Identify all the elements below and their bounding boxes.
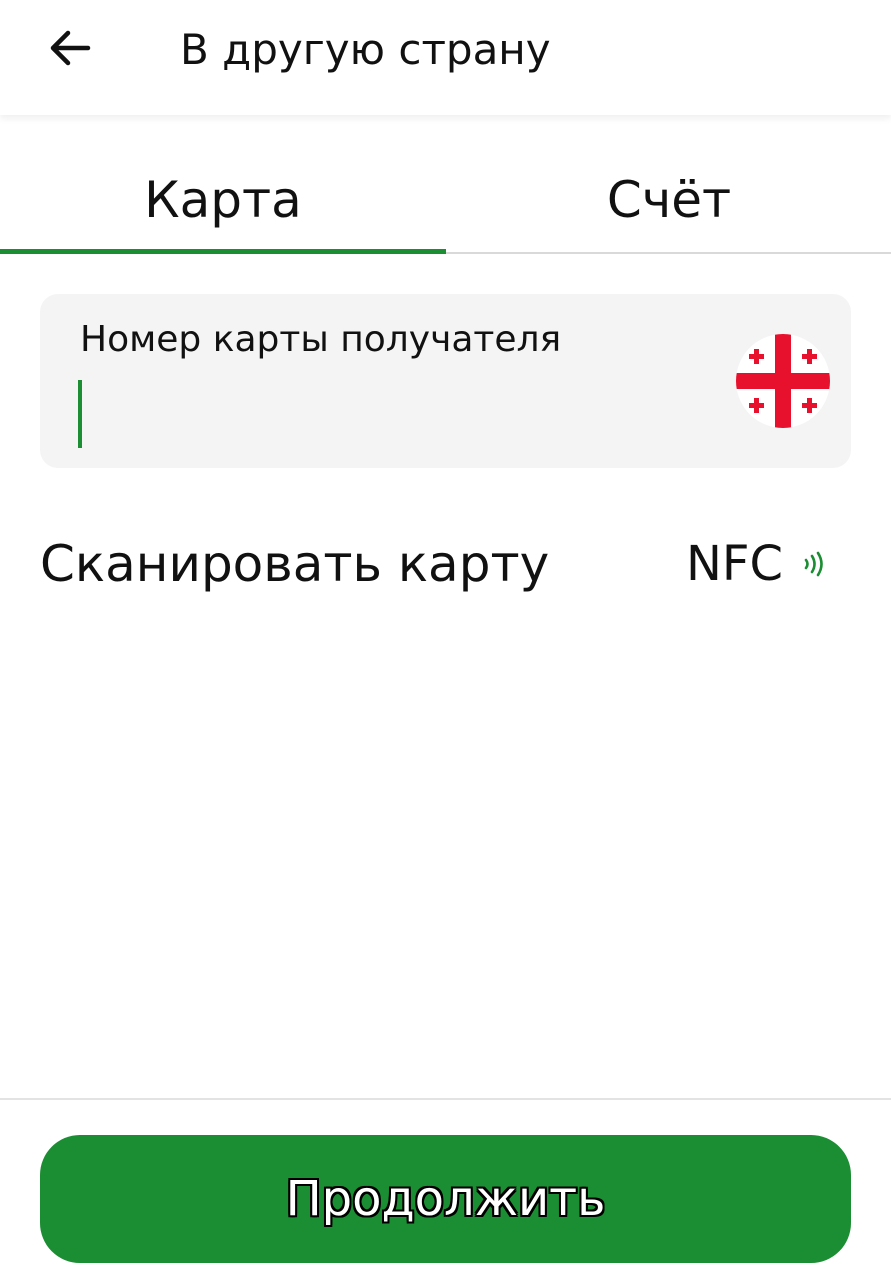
georgia-flag-icon <box>736 334 830 428</box>
nfc-waves-icon <box>804 551 823 577</box>
recipient-card-number-input[interactable] <box>80 378 720 450</box>
transfer-abroad-screen: В другую страну Карта Счёт Номер карты п… <box>0 0 891 1280</box>
georgia-flag-graphic <box>736 334 830 428</box>
page-title: В другую страну <box>180 25 551 74</box>
text-caret <box>78 380 82 448</box>
recipient-card-number-field[interactable]: Номер карты получателя <box>40 294 851 468</box>
tab-card-label: Карта <box>144 171 302 229</box>
tab-bar: Карта Счёт <box>0 148 891 254</box>
scan-options-row: Сканировать карту NFC <box>40 528 851 600</box>
back-button[interactable] <box>40 20 100 76</box>
nfc-label: NFC <box>686 536 784 592</box>
active-tab-indicator <box>0 249 446 254</box>
scan-card-button[interactable]: Сканировать карту <box>40 528 549 600</box>
recipient-card-number-label: Номер карты получателя <box>80 319 562 360</box>
continue-button-label: Продолжить <box>285 1171 606 1227</box>
tab-account[interactable]: Счёт <box>446 148 891 252</box>
tab-card[interactable]: Карта <box>0 148 446 252</box>
continue-button[interactable]: Продолжить <box>40 1135 851 1263</box>
arrow-left-icon <box>50 30 91 66</box>
nfc-button[interactable]: NFC <box>686 528 829 600</box>
bottom-divider <box>0 1098 891 1100</box>
app-header: В другую страну <box>0 0 891 115</box>
tab-account-label: Счёт <box>606 171 732 229</box>
